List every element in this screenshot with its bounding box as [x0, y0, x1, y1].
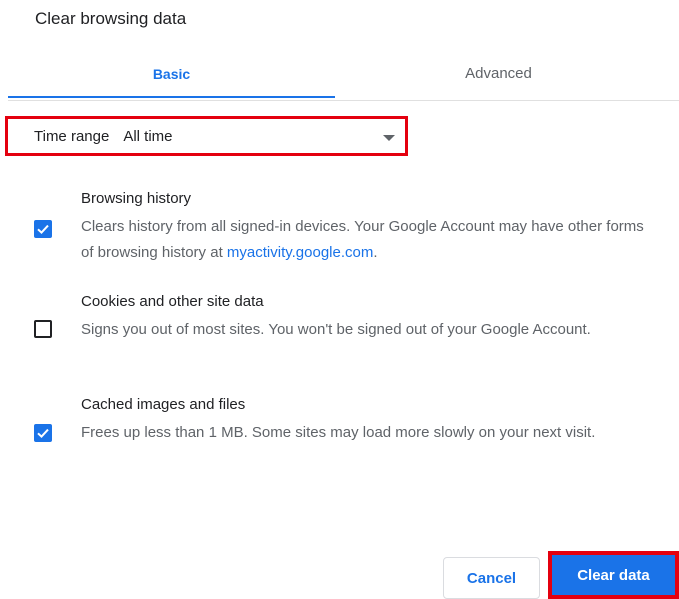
browsing-history-option: Browsing history Clears history from all…	[0, 190, 679, 270]
clear-data-highlight: Clear data	[548, 551, 679, 599]
cookies-title: Cookies and other site data	[81, 293, 264, 310]
browsing-history-checkbox[interactable]	[34, 220, 52, 238]
cached-images-title: Cached images and files	[81, 396, 246, 413]
myactivity-link[interactable]: myactivity.google.com	[227, 244, 373, 261]
cookies-description: Signs you out of most sites. You won't b…	[81, 321, 591, 338]
time-range-label: Time range	[34, 127, 110, 145]
time-range-value: All time	[123, 127, 173, 145]
browsing-history-title: Browsing history	[81, 190, 192, 207]
time-range-select[interactable]: Time range All time	[5, 116, 408, 156]
active-tab-indicator	[8, 96, 335, 98]
cookies-option: Cookies and other site data Signs you ou…	[0, 293, 679, 373]
cookies-checkbox[interactable]	[34, 320, 52, 338]
dialog-title: Clear browsing data	[35, 9, 187, 28]
cached-images-description: Frees up less than 1 MB. Some sites may …	[81, 424, 596, 441]
clear-data-button[interactable]: Clear data	[552, 555, 675, 595]
cached-images-checkbox[interactable]	[34, 424, 52, 442]
tab-advanced[interactable]: Advanced	[335, 50, 662, 97]
dropdown-arrow-icon	[383, 135, 395, 141]
tab-basic[interactable]: Basic	[8, 50, 335, 97]
checkmark-icon	[37, 428, 49, 439]
tab-bar: Basic Advanced	[8, 50, 679, 101]
checkmark-icon	[37, 224, 49, 235]
cached-images-option: Cached images and files Frees up less th…	[0, 396, 679, 476]
browsing-history-description: Clears history from all signed-in device…	[81, 218, 644, 261]
cancel-button[interactable]: Cancel	[443, 557, 540, 599]
